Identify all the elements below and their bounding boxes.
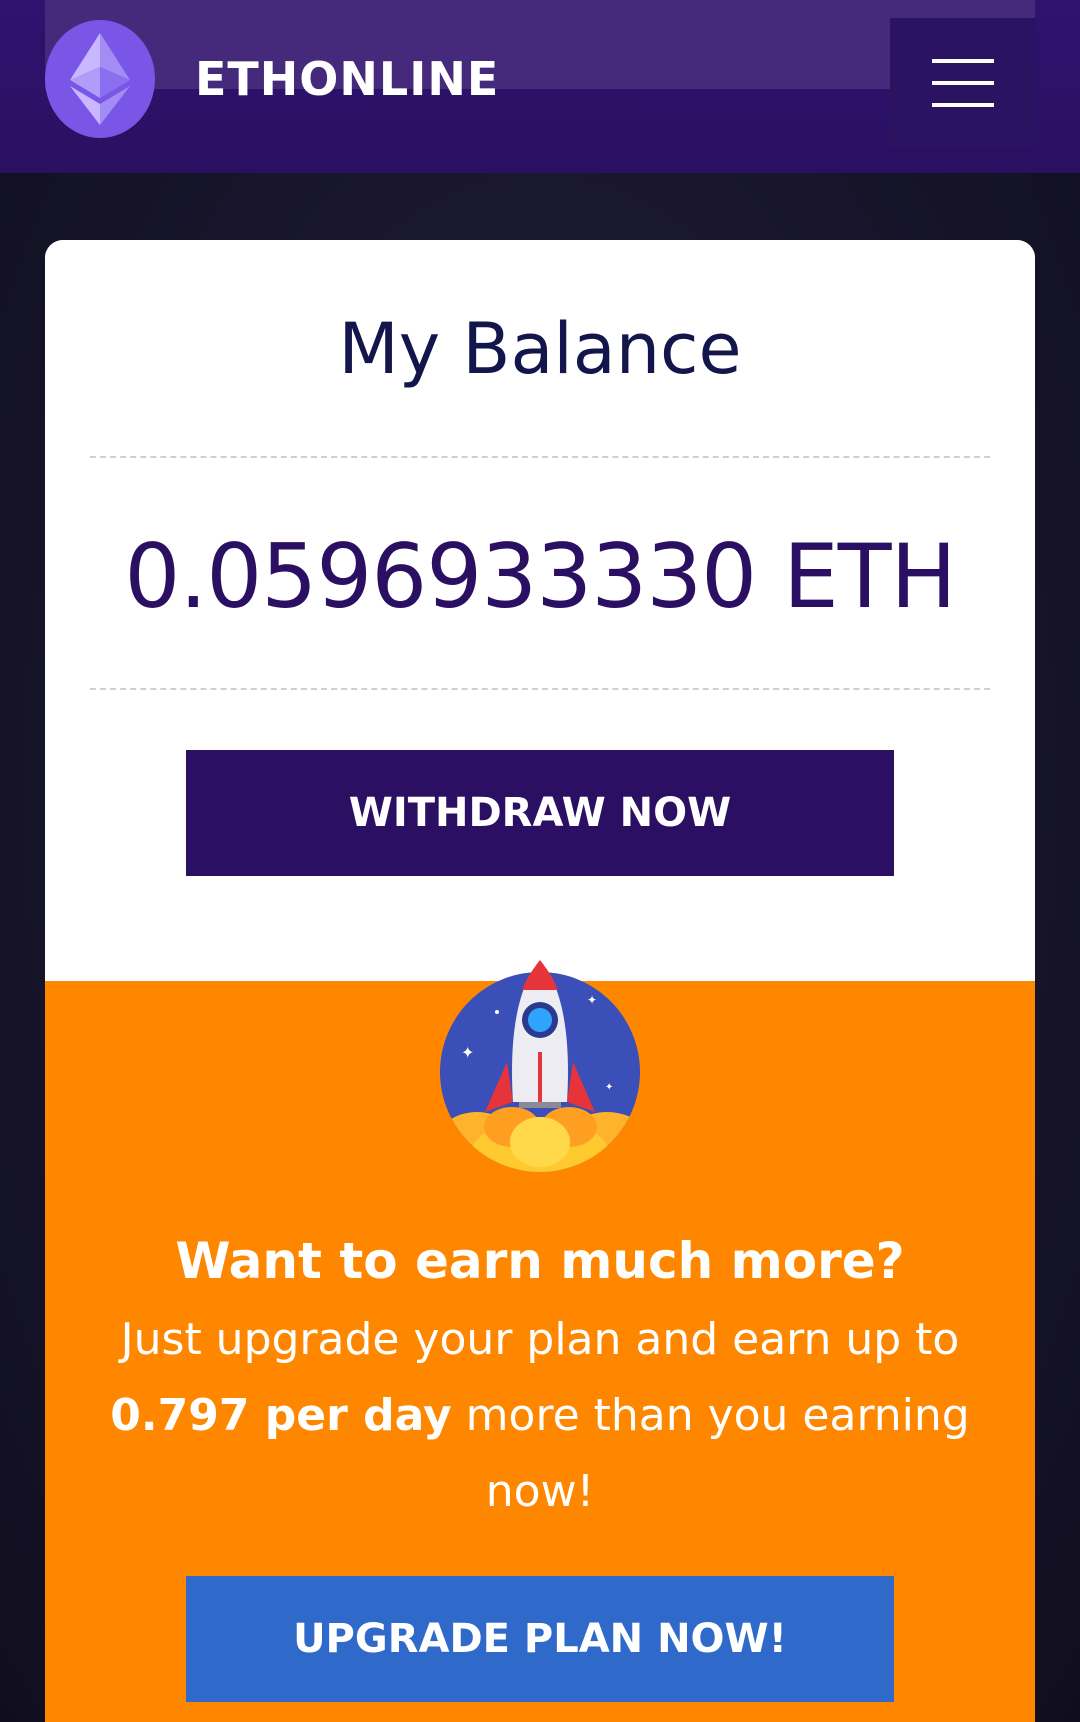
ethereum-logo-icon[interactable] xyxy=(45,20,155,138)
withdraw-button[interactable]: WITHDRAW NOW xyxy=(186,750,894,876)
divider xyxy=(90,688,990,690)
menu-line xyxy=(931,81,994,85)
balance-title: My Balance xyxy=(338,308,742,390)
menu-line xyxy=(931,59,994,63)
upsell-text-before: Just upgrade your plan and earn up to xyxy=(120,1314,960,1365)
menu-line xyxy=(931,103,994,107)
ethereum-diamond-icon xyxy=(70,33,130,125)
balance-card: My Balance 0.0596933330 ETH WITHDRAW NOW… xyxy=(45,240,1035,1722)
balance-section: My Balance 0.0596933330 ETH WITHDRAW NOW xyxy=(45,240,1035,981)
svg-text:✦: ✦ xyxy=(461,1043,474,1062)
rocket-launch-icon: ✦ ✦ ✦ xyxy=(440,960,640,1172)
brand-name[interactable]: ETHONLINE xyxy=(195,52,499,106)
top-header: ETHONLINE xyxy=(0,0,1080,173)
svg-text:✦: ✦ xyxy=(587,993,597,1007)
svg-text:✦: ✦ xyxy=(605,1082,613,1093)
upgrade-plan-button[interactable]: UPGRADE PLAN NOW! xyxy=(186,1576,894,1702)
hamburger-menu-button[interactable] xyxy=(890,18,1035,148)
divider xyxy=(90,456,990,458)
header-decor-strip-right xyxy=(890,0,1035,18)
upsell-heading: Want to earn much more? xyxy=(175,1232,905,1290)
upsell-description: Just upgrade your plan and earn up to 0.… xyxy=(85,1302,995,1530)
upsell-text-after: more than you earning now! xyxy=(451,1390,970,1517)
balance-amount: 0.0596933330 ETH xyxy=(124,525,956,628)
upsell-earnings-highlight: 0.797 per day xyxy=(110,1390,452,1441)
